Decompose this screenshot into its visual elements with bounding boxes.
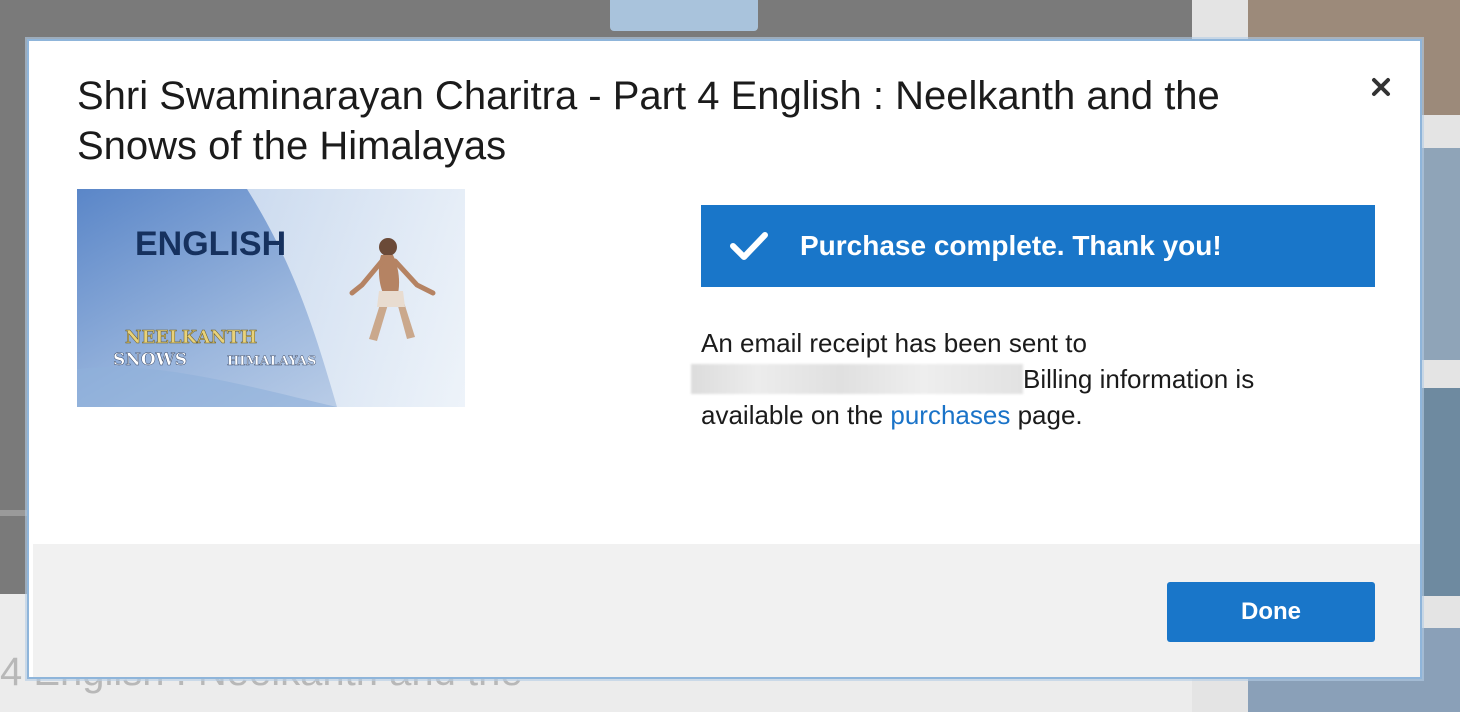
purchase-complete-banner: Purchase complete. Thank you! xyxy=(701,205,1375,287)
checkmark-icon xyxy=(730,232,768,260)
thumbnail-title-line2: SNOWS xyxy=(113,350,187,370)
thumbnail-title-line3: HIMALAYAS xyxy=(227,354,316,369)
close-icon xyxy=(1372,78,1390,96)
receipt-text-end: page. xyxy=(1017,400,1083,430)
thumbnail-title-line1: NEELKANTH xyxy=(125,327,257,348)
dialog-title: Shri Swaminarayan Charitra - Part 4 Engl… xyxy=(77,74,1220,168)
thumbnail-language-label: ENGLISH xyxy=(135,225,286,263)
receipt-message: An email receipt has been sent to Billin… xyxy=(691,325,1321,433)
banner-message: Purchase complete. Thank you! xyxy=(800,230,1222,261)
dialog-footer: Done xyxy=(33,544,1420,677)
receipt-text-start: An email receipt has been sent to xyxy=(701,328,1087,358)
purchase-complete-dialog: Shri Swaminarayan Charitra - Part 4 Engl… xyxy=(27,39,1422,679)
close-button[interactable] xyxy=(1367,73,1395,101)
done-button[interactable]: Done xyxy=(1167,582,1375,642)
purchases-link[interactable]: purchases xyxy=(890,400,1010,430)
background-button xyxy=(610,0,758,31)
video-thumbnail: ENGLISH NEELKANTH SNOWS HIMALAYAS xyxy=(77,189,465,407)
redacted-email xyxy=(691,364,1023,394)
